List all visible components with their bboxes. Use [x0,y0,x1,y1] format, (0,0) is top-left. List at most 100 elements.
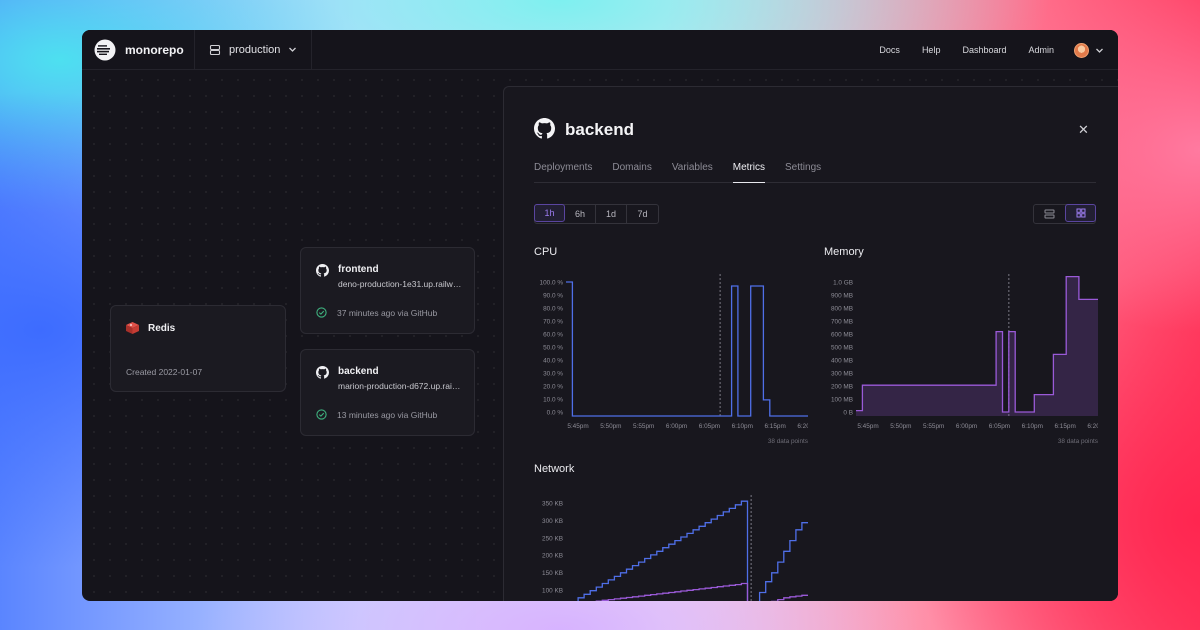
x-tick-label: 5:45pm [567,423,588,430]
y-tick-label: 80.0 % [543,306,563,313]
y-tick-label: 0 B [843,410,853,417]
y-tick-label: 300 MB [831,371,853,378]
service-detail-panel: backend ✕ Deployments Domains Variables … [503,86,1118,601]
y-tick-label: 600 MB [831,332,853,339]
y-tick-label: 150 KB [542,570,563,577]
range-1h[interactable]: 1h [534,204,565,222]
series-line [577,500,808,601]
x-tick-label: 6:00pm [956,423,977,430]
cpu-chart: 100.0 % 90.0 % 80.0 % 70.0 % 60.0 % 50.0 % 40.… [540,274,808,445]
backend-title: backend [338,366,379,377]
range-7d[interactable]: 7d [627,205,658,223]
data-points-label: 38 data points [768,438,808,445]
cpu-chart-title: CPU [534,246,558,258]
list-view-button[interactable] [1034,205,1065,223]
top-nav: Docs Help Dashboard Admin [879,30,1104,70]
x-tick-label: 6:15pm [1054,423,1075,430]
service-card-backend[interactable]: backend marion-production-d672.up.railwa… [300,349,475,436]
y-tick-label: 40.0 % [543,358,563,365]
tab-deployments[interactable]: Deployments [534,158,592,183]
app-window: monorepo production Docs Help Dashboard … [82,30,1118,601]
tab-metrics[interactable]: Metrics [732,158,766,183]
x-tick-label: 6:10pm [1022,423,1043,430]
github-icon [316,366,329,379]
redis-title: Redis [148,323,176,334]
panel-title: backend [565,120,634,139]
y-tick-label: 100 KB [542,588,563,595]
topbar-divider-2 [311,30,313,70]
project-name: monorepo [125,42,184,57]
y-tick-label: 100.0 % [540,280,564,287]
time-range-selector: 1h 6h 1d 7d [534,204,659,224]
top-bar: monorepo production Docs Help Dashboard … [82,30,1118,70]
y-tick-label: 60.0 % [543,332,563,339]
network-chart-title: Network [534,463,575,475]
redis-created: Created 2022-01-07 [126,367,203,377]
y-tick-label: 300 KB [542,518,563,525]
y-tick-label: 700 MB [831,319,853,326]
check-circle-icon [316,307,327,318]
environment-selector[interactable]: production [195,30,311,70]
x-tick-label: 6:15pm [764,423,785,430]
x-tick-label: 6:05pm [989,423,1010,430]
data-points-label: 38 data points [1058,438,1098,445]
nav-dashboard[interactable]: Dashboard [962,45,1006,55]
environment-name: production [229,43,281,56]
service-card-frontend[interactable]: frontend deno-production-1e31.up.railway… [300,247,475,334]
y-tick-label: 800 MB [831,306,853,313]
x-tick-label: 5:50pm [890,423,911,430]
nav-docs[interactable]: Docs [879,45,900,55]
x-tick-label: 6:05pm [699,423,720,430]
y-tick-label: 70.0 % [543,319,563,326]
railway-logo-icon [94,39,116,60]
x-tick-label: 6:10pm [732,423,753,430]
tab-variables[interactable]: Variables [672,158,713,183]
y-tick-label: 200 MB [831,384,853,391]
y-tick-label: 20.0 % [543,384,563,391]
x-tick-label: 5:45pm [857,423,878,430]
y-tick-label: 50.0 % [543,345,563,352]
github-icon [316,264,329,277]
y-tick-label: 400 MB [831,358,853,365]
y-tick-label: 90.0 % [543,293,563,300]
service-card-redis[interactable]: Redis Created 2022-01-07 [110,305,286,392]
y-tick-label: 100 MB [831,397,853,404]
y-tick-label: 1.0 GB [833,280,853,287]
y-tick-label: 250 KB [542,535,563,542]
nav-admin[interactable]: Admin [1028,45,1054,55]
y-tick-label: 0.0 % [547,410,564,417]
range-1d[interactable]: 1d [596,205,627,223]
memory-chart-title: Memory [824,246,864,258]
check-circle-icon [316,409,327,420]
x-tick-label: 6:20pm [797,423,808,430]
network-chart: 350 KB 300 KB 250 KB 200 KB 150 KB 100 KB [542,495,808,601]
view-mode-toggle [1033,204,1096,224]
avatar [1074,42,1089,58]
chevron-down-icon [289,47,297,52]
series-area [856,276,1098,416]
backend-domain[interactable]: marion-production-d672.up.railway.app [338,381,462,391]
app-logo[interactable]: monorepo [82,30,194,70]
close-icon[interactable]: ✕ [1078,122,1089,138]
x-tick-label: 5:55pm [633,423,654,430]
frontend-deploy-status: 37 minutes ago via GitHub [337,308,438,318]
x-tick-label: 5:55pm [923,423,944,430]
grid-view-button[interactable] [1065,204,1096,222]
github-icon [534,118,555,139]
chevron-down-icon [1096,48,1103,53]
y-tick-label: 900 MB [831,293,853,300]
list-icon [1044,209,1055,219]
tab-domains[interactable]: Domains [612,158,651,183]
range-6h[interactable]: 6h [565,205,596,223]
y-tick-label: 30.0 % [543,371,563,378]
redis-icon [126,322,139,334]
x-tick-label: 5:50pm [600,423,621,430]
frontend-domain[interactable]: deno-production-1e31.up.railway.app [338,279,462,289]
x-tick-label: 6:00pm [666,423,687,430]
memory-chart: 1.0 GB 900 MB 800 MB 700 MB 600 MB 500 MB 400 … [831,274,1098,445]
tab-settings[interactable]: Settings [785,158,821,183]
nav-help[interactable]: Help [922,45,941,55]
panel-tabs: Deployments Domains Variables Metrics Se… [534,158,1096,183]
x-tick-label: 6:20pm [1087,423,1098,430]
user-menu[interactable] [1074,42,1104,58]
